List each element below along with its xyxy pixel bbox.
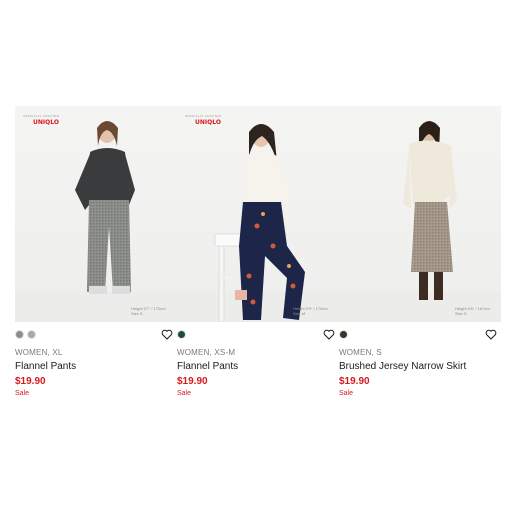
brand-logo: UNIQLO <box>33 119 59 126</box>
sale-badge: Sale <box>339 390 354 397</box>
brand-line: SPECIALLY CRAFTED <box>185 114 222 118</box>
model-size: Size S <box>455 311 467 316</box>
product-image[interactable]: Height 5'6" / 167cm Size S <box>339 106 501 322</box>
model-illustration <box>15 121 177 322</box>
model-info: Height 5'6" / 167cm Size S <box>455 306 495 316</box>
color-swatch[interactable] <box>27 330 36 339</box>
color-swatches <box>177 330 186 339</box>
product-meta: WOMEN, XS-M Flannel Pants $19.90 Sale <box>177 322 339 402</box>
model-illustration <box>177 124 339 322</box>
size-label: WOMEN, S <box>339 348 382 357</box>
model-info: Height 5'9" / 175cm Size M <box>293 306 333 316</box>
product-grid: SPECIALLY CRAFTED UNIQLO Height 5'7" / 1… <box>15 106 503 402</box>
model-size: Size S <box>131 311 143 316</box>
sale-badge: Sale <box>177 390 192 397</box>
product-meta: WOMEN, XL Flannel Pants $19.90 Sale <box>15 322 177 402</box>
color-swatch[interactable] <box>339 330 348 339</box>
product-meta: WOMEN, S Brushed Jersey Narrow Skirt $19… <box>339 322 501 402</box>
product-price: $19.90 <box>339 376 370 387</box>
color-swatches <box>339 330 348 339</box>
product-price: $19.90 <box>177 376 208 387</box>
brand-logo: UNIQLO <box>195 119 221 126</box>
product-price: $19.90 <box>15 376 46 387</box>
heart-outline-icon[interactable] <box>161 329 173 340</box>
product-card[interactable]: SPECIALLY CRAFTED UNIQLO Height 5'7" / 1… <box>15 106 177 402</box>
color-swatch[interactable] <box>15 330 24 339</box>
product-name[interactable]: Brushed Jersey Narrow Skirt <box>339 361 466 372</box>
model-illustration <box>339 121 501 322</box>
heart-outline-icon[interactable] <box>323 329 335 340</box>
product-card[interactable]: Height 5'6" / 167cm Size S WOMEN, S Brus… <box>339 106 501 402</box>
color-swatch[interactable] <box>177 330 186 339</box>
model-size: Size M <box>293 311 306 316</box>
product-card[interactable]: SPECIALLY CRAFTED UNIQLO Height 5'9" / 1… <box>177 106 339 402</box>
size-label: WOMEN, XS-M <box>177 348 236 357</box>
product-image[interactable]: SPECIALLY CRAFTED UNIQLO Height 5'9" / 1… <box>177 106 339 322</box>
product-name[interactable]: Flannel Pants <box>177 361 238 372</box>
product-name[interactable]: Flannel Pants <box>15 361 76 372</box>
model-info: Height 5'7" / 170cm Size S <box>131 306 171 316</box>
color-swatches <box>15 330 36 339</box>
brand-line: SPECIALLY CRAFTED <box>23 114 60 118</box>
size-label: WOMEN, XL <box>15 348 63 357</box>
sale-badge: Sale <box>15 390 30 397</box>
heart-outline-icon[interactable] <box>485 329 497 340</box>
product-image[interactable]: SPECIALLY CRAFTED UNIQLO Height 5'7" / 1… <box>15 106 177 322</box>
